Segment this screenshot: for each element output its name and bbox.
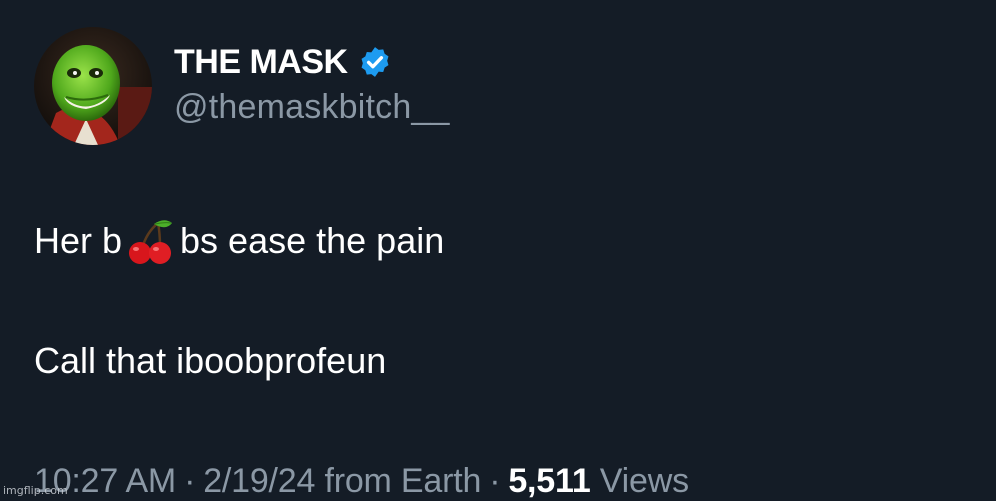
tweet-source: from Earth bbox=[324, 462, 482, 500]
tweet-card: THE MASK @themaskbitch__ Her b bs ease t… bbox=[0, 0, 996, 500]
tweet-text-line-1: Her b bs ease the pain bbox=[34, 216, 444, 266]
avatar[interactable] bbox=[34, 27, 152, 145]
tweet-text-line-2: Call that iboobprofeun bbox=[34, 340, 387, 381]
meta-separator: · bbox=[184, 462, 196, 500]
cherries-icon bbox=[129, 220, 173, 264]
views-label: Views bbox=[599, 462, 689, 500]
watermark: imgflip.com bbox=[3, 484, 68, 497]
author-name-row[interactable]: THE MASK bbox=[174, 40, 392, 84]
author-display-name[interactable]: THE MASK bbox=[174, 43, 348, 82]
meta-separator: · bbox=[489, 462, 501, 500]
views-count[interactable]: 5,511 bbox=[508, 462, 590, 500]
tweet-date[interactable]: 2/19/24 bbox=[203, 462, 315, 500]
tweet-text-segment: bs ease the pain bbox=[180, 220, 445, 261]
tweet-meta: 10:27 AM · 2/19/24 from Earth · 5,511 Views bbox=[34, 462, 689, 501]
mask-face-icon bbox=[34, 27, 152, 145]
author-handle[interactable]: @themaskbitch__ bbox=[174, 88, 450, 127]
tweet-text-segment: Her b bbox=[34, 220, 123, 261]
verified-badge-icon bbox=[361, 47, 389, 77]
